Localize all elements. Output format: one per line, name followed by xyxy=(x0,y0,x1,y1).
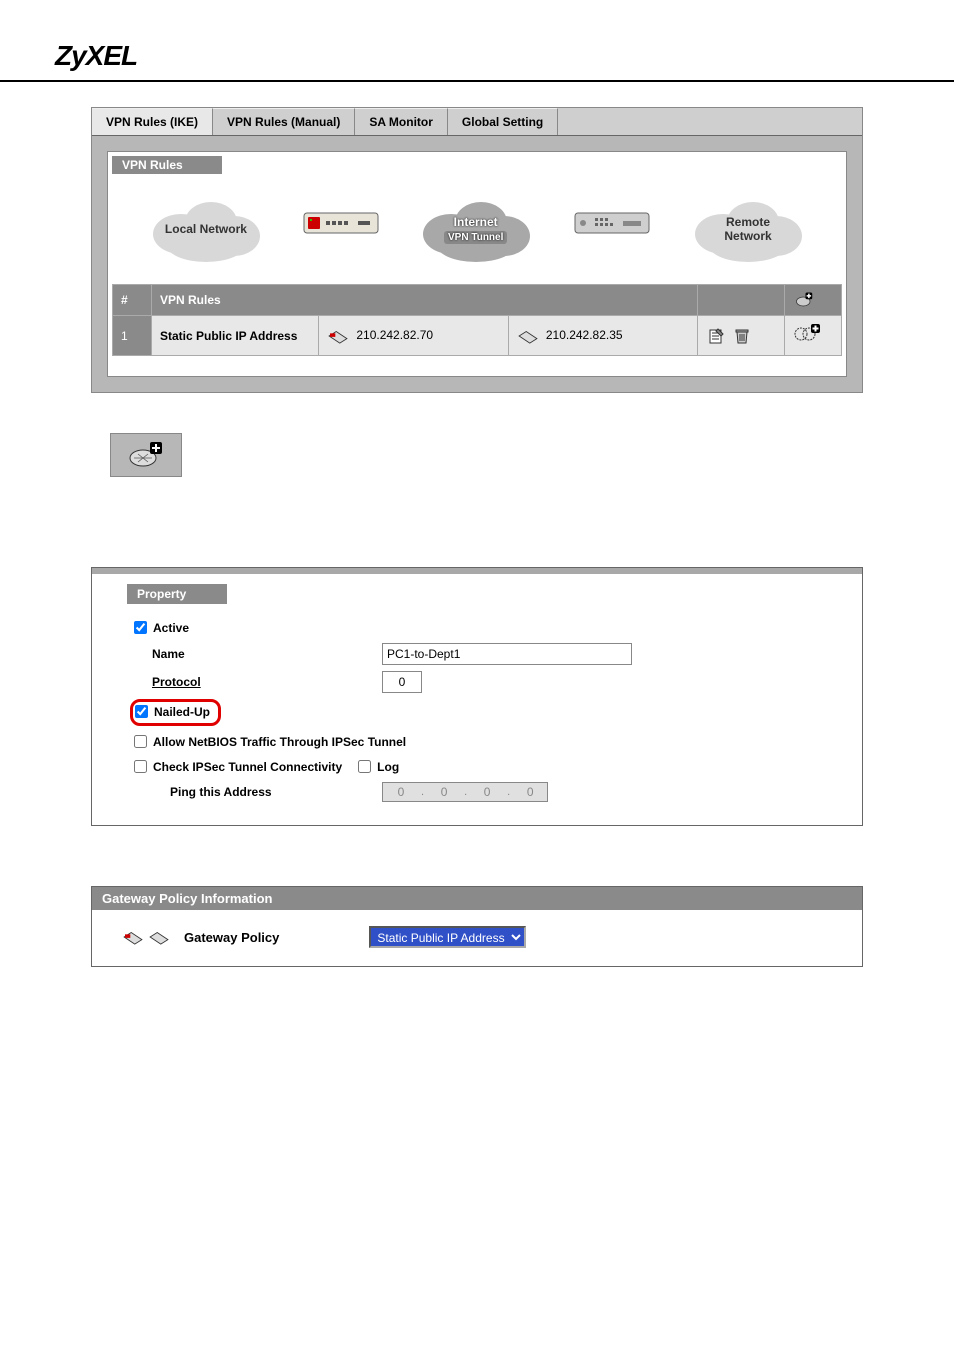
ping-ip-input: . . . xyxy=(382,782,548,802)
my-zywall-label: My ZyWALL xyxy=(312,243,369,254)
vpn-rules-inner: VPN Rules Local Network xyxy=(107,151,847,377)
ip-seg-3 xyxy=(471,783,503,801)
my-zywall-device: My ZyWALL xyxy=(302,205,380,254)
add-icon-callout xyxy=(110,433,182,477)
protocol-label: Protocol xyxy=(152,675,382,689)
col-header-num: # xyxy=(113,285,152,316)
row-ip-a: 210.242.82.70 xyxy=(319,316,509,356)
router-icon xyxy=(573,205,651,239)
add-record-icon[interactable] xyxy=(128,441,164,469)
name-input[interactable] xyxy=(382,643,632,665)
row-actions xyxy=(698,316,785,356)
tab-vpn-ike[interactable]: VPN Rules (IKE) xyxy=(92,108,213,135)
remote-gateway-label: Remote Gateway xyxy=(572,243,653,254)
lan-icon xyxy=(327,328,349,344)
gateway-policy-select[interactable]: Static Public IP Address xyxy=(369,926,526,948)
property-header: Property xyxy=(127,584,227,604)
tab-sa-monitor[interactable]: SA Monitor xyxy=(355,108,448,135)
ping-address-label: Ping this Address xyxy=(152,785,382,799)
gateway-policy-panel: Gateway Policy Information Gateway Polic… xyxy=(91,886,863,967)
delete-icon[interactable] xyxy=(733,327,751,345)
gateway-policy-header: Gateway Policy Information xyxy=(92,887,862,910)
router-icon xyxy=(302,205,380,239)
ip-seg-1 xyxy=(385,783,417,801)
tabs: VPN Rules (IKE) VPN Rules (Manual) SA Mo… xyxy=(92,108,862,136)
remote-gateway-device: Remote Gateway xyxy=(572,205,653,254)
nailed-up-highlight: Nailed-Up xyxy=(130,699,221,726)
check-ipsec-checkbox[interactable] xyxy=(134,760,147,773)
row-rule-name: Static Public IP Address xyxy=(152,316,319,356)
edit-icon[interactable] xyxy=(708,327,726,345)
col-header-actions xyxy=(698,285,785,316)
ip-seg-4 xyxy=(514,783,546,801)
lan-icon xyxy=(122,929,144,945)
local-network-cloud: Local Network xyxy=(146,194,266,264)
row-add-sub xyxy=(785,316,842,356)
active-checkbox[interactable] xyxy=(134,621,147,634)
col-header-rules: VPN Rules xyxy=(152,285,698,316)
vpn-rules-table: # VPN Rules 1 Static Public IP Address xyxy=(112,284,842,356)
add-link-icon[interactable] xyxy=(793,322,821,346)
tab-vpn-manual[interactable]: VPN Rules (Manual) xyxy=(213,108,355,135)
property-panel: Property Active Name Protocol Nailed-Up … xyxy=(91,567,863,826)
lan-icon xyxy=(517,328,539,344)
table-row: 1 Static Public IP Address 210.242.82.70… xyxy=(113,316,842,356)
check-ipsec-label: Check IPSec Tunnel Connectivity xyxy=(153,760,342,774)
vpn-rules-title: VPN Rules xyxy=(112,156,222,174)
nailed-up-checkbox[interactable] xyxy=(135,705,148,718)
gateway-policy-label: Gateway Policy xyxy=(184,930,279,945)
internet-label: Internet VPN Tunnel xyxy=(444,215,507,243)
nailed-up-label: Nailed-Up xyxy=(154,705,210,719)
col-header-add xyxy=(785,285,842,316)
log-checkbox[interactable] xyxy=(358,760,371,773)
active-label: Active xyxy=(153,621,189,635)
vpn-rules-panel: VPN Rules (IKE) VPN Rules (Manual) SA Mo… xyxy=(91,107,863,393)
row-ip-b: 210.242.82.35 xyxy=(508,316,698,356)
remote-network-label: Remote Network xyxy=(724,215,771,243)
allow-netbios-checkbox[interactable] xyxy=(134,735,147,748)
protocol-input[interactable] xyxy=(382,671,422,693)
remote-network-cloud: Remote Network xyxy=(688,194,808,264)
add-record-icon[interactable] xyxy=(795,291,813,309)
allow-netbios-label: Allow NetBIOS Traffic Through IPSec Tunn… xyxy=(153,735,406,749)
logo: ZyXEL xyxy=(55,40,137,71)
vpn-diagram: Local Network My ZyWALL xyxy=(108,184,846,274)
name-label: Name xyxy=(152,647,382,661)
tab-global-setting[interactable]: Global Setting xyxy=(448,108,558,135)
row-number: 1 xyxy=(113,316,152,356)
ip-seg-2 xyxy=(428,783,460,801)
local-network-label: Local Network xyxy=(165,222,247,236)
log-label: Log xyxy=(377,760,399,774)
internet-cloud: Internet VPN Tunnel xyxy=(416,194,536,264)
lan-icon xyxy=(148,929,170,945)
